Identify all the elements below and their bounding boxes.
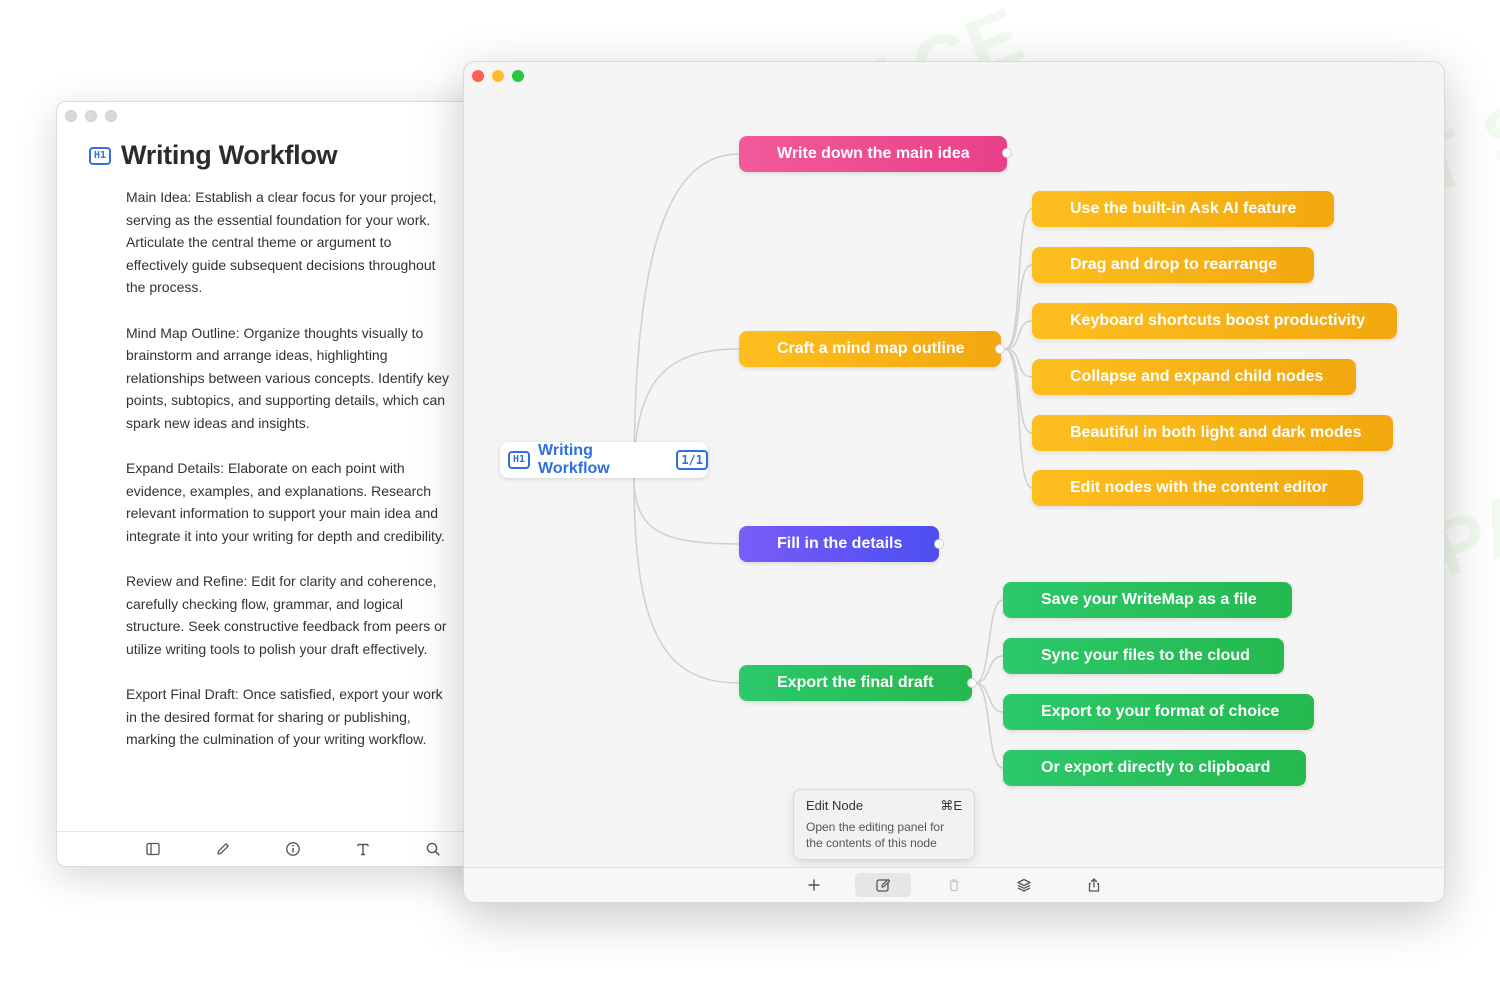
share-icon xyxy=(1088,878,1100,892)
child-node[interactable]: Edit nodes with the content editor xyxy=(1032,470,1363,506)
node-label: Edit nodes with the content editor xyxy=(1070,479,1328,496)
layers-icon xyxy=(1017,878,1031,892)
root-node-title: Writing Workflow xyxy=(538,442,610,477)
pencil-icon xyxy=(217,843,229,855)
close-button[interactable] xyxy=(65,110,77,122)
node-label: Fill in the details xyxy=(777,535,903,552)
add-node-button[interactable] xyxy=(802,873,826,897)
child-node[interactable]: Keyboard shortcuts boost productivity xyxy=(1032,303,1397,339)
minimize-button[interactable] xyxy=(85,110,97,122)
node-label: Or export directly to clipboard xyxy=(1041,759,1271,776)
trash-icon xyxy=(949,879,959,892)
heading-level-badge: H1 xyxy=(508,451,531,469)
add-icon xyxy=(808,879,820,891)
node-label: Sync your files to the cloud xyxy=(1041,647,1250,664)
text-icon xyxy=(357,843,369,856)
tooltip-shortcut: ⌘E xyxy=(940,798,962,813)
node-handle[interactable] xyxy=(967,678,977,688)
sidebar-toggle-button[interactable] xyxy=(141,837,165,861)
root-node[interactable]: H1 Writing Workflow 1/1 xyxy=(500,442,708,478)
node-label: Save your WriteMap as a file xyxy=(1041,591,1257,608)
text-format-button[interactable] xyxy=(351,837,375,861)
paragraph[interactable]: Expand Details: Elaborate on each point … xyxy=(126,457,456,547)
child-node[interactable]: Use the built-in Ask AI feature xyxy=(1032,191,1334,227)
tooltip-description: Open the editing panel for the contents … xyxy=(806,820,945,850)
document-heading: H1 Writing Workflow xyxy=(89,140,338,171)
paragraph[interactable]: Main Idea: Establish a clear focus for y… xyxy=(126,186,456,299)
child-node[interactable]: Beautiful in both light and dark modes xyxy=(1032,415,1393,451)
heading-level-badge: H1 xyxy=(89,146,112,165)
child-node[interactable]: Collapse and expand child nodes xyxy=(1032,359,1356,395)
info-icon xyxy=(286,842,300,856)
branch-node-details[interactable]: Fill in the details xyxy=(739,526,939,562)
mindmap-canvas[interactable]: H1 Writing Workflow 1/1 Write down the m… xyxy=(464,62,1444,868)
tooltip-title: Edit Node xyxy=(806,798,864,813)
node-count-badge: 1/1 xyxy=(676,450,708,470)
node-label: Beautiful in both light and dark modes xyxy=(1070,424,1362,441)
share-button[interactable] xyxy=(1082,873,1106,897)
zoom-button[interactable] xyxy=(105,110,117,122)
layers-button[interactable] xyxy=(1012,873,1036,897)
paragraph[interactable]: Export Final Draft: Once satisfied, expo… xyxy=(126,683,456,751)
edit-button[interactable] xyxy=(211,837,235,861)
editor-toolbar xyxy=(57,831,517,866)
child-node[interactable]: Export to your format of choice xyxy=(1003,694,1314,730)
tooltip-header: Edit Node ⌘E xyxy=(806,798,962,814)
node-handle[interactable] xyxy=(995,344,1005,354)
search-button[interactable] xyxy=(421,837,445,861)
node-label: Craft a mind map outline xyxy=(777,340,965,357)
child-node[interactable]: Save your WriteMap as a file xyxy=(1003,582,1292,618)
node-label: Drag and drop to rearrange xyxy=(1070,256,1278,273)
info-button[interactable] xyxy=(281,837,305,861)
document-title[interactable]: Writing Workflow xyxy=(121,140,337,171)
sidebar-icon xyxy=(146,842,160,856)
search-icon xyxy=(426,842,440,856)
node-label: Collapse and expand child nodes xyxy=(1070,368,1324,385)
delete-node-button[interactable] xyxy=(942,873,966,897)
edit-node-button[interactable] xyxy=(855,873,911,897)
mindmap-window: H1 Writing Workflow 1/1 Write down the m… xyxy=(463,61,1445,903)
document-body[interactable]: Main Idea: Establish a clear focus for y… xyxy=(126,186,456,773)
paragraph[interactable]: Review and Refine: Edit for clarity and … xyxy=(126,570,456,660)
edit-icon xyxy=(875,878,890,892)
node-label: Use the built-in Ask AI feature xyxy=(1070,200,1297,217)
editor-window: H1 Writing Workflow Main Idea: Establish… xyxy=(56,101,518,867)
branch-node-main-idea[interactable]: Write down the main idea xyxy=(739,136,1007,172)
paragraph[interactable]: Mind Map Outline: Organize thoughts visu… xyxy=(126,322,456,435)
node-label: Export to your format of choice xyxy=(1041,703,1280,720)
child-node[interactable]: Sync your files to the cloud xyxy=(1003,638,1284,674)
node-label: Keyboard shortcuts boost productivity xyxy=(1070,312,1366,329)
window-controls xyxy=(65,110,117,122)
node-label: Export the final draft xyxy=(777,674,934,691)
child-node[interactable]: Drag and drop to rearrange xyxy=(1032,247,1314,283)
branch-node-outline[interactable]: Craft a mind map outline xyxy=(739,331,1001,367)
mindmap-toolbar xyxy=(464,867,1444,902)
node-handle[interactable] xyxy=(934,539,944,549)
node-label: Write down the main idea xyxy=(777,145,970,162)
branch-node-export[interactable]: Export the final draft xyxy=(739,665,972,701)
node-handle[interactable] xyxy=(1002,148,1012,158)
child-node[interactable]: Or export directly to clipboard xyxy=(1003,750,1306,786)
edit-node-tooltip: Edit Node ⌘E Open the editing panel for … xyxy=(793,789,975,860)
